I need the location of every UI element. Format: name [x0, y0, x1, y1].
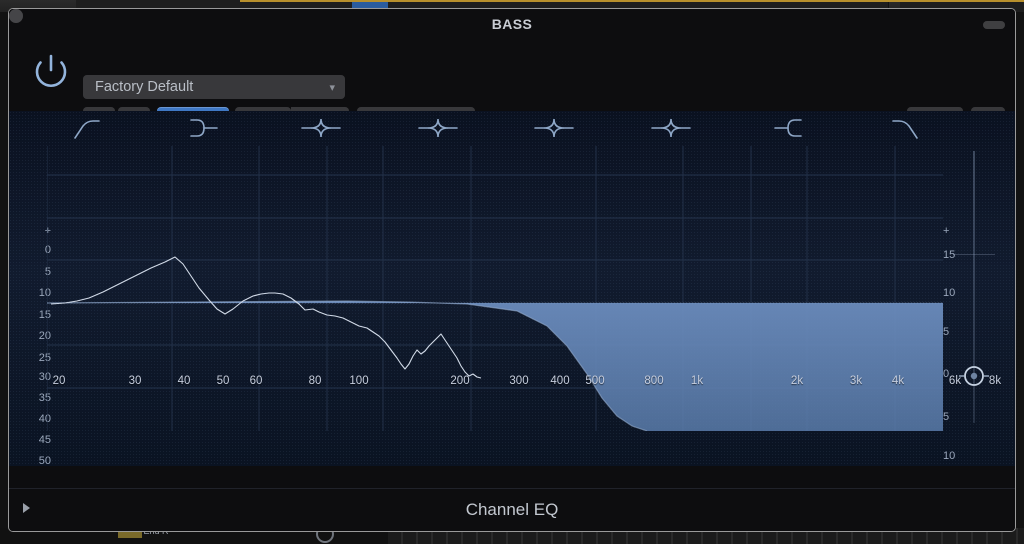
freq-tick: 60: [249, 375, 263, 387]
window-title: BASS: [491, 16, 533, 32]
lowshelf-filter-icon[interactable]: [177, 113, 231, 143]
plugin-window: BASS Factory Default ▾ ‹ › Compare Copy …: [8, 8, 1016, 532]
scale-tick: 15: [943, 249, 956, 261]
freq-tick: 200: [450, 375, 470, 387]
host-track-highlight: [240, 0, 1024, 2]
freq-tick: 300: [509, 375, 529, 387]
scale-tick: 50: [38, 455, 51, 467]
highpass-filter-icon[interactable]: [61, 113, 115, 143]
scale-tick: 0: [943, 368, 950, 380]
freq-tick: 800: [644, 375, 664, 387]
preset-selector[interactable]: Factory Default ▾: [83, 75, 345, 99]
band-shape-icon-strip: [9, 111, 1015, 146]
freq-tick: 20: [52, 375, 66, 387]
plugin-titlebar: BASS: [9, 9, 1015, 39]
scale-tick: 5: [943, 326, 950, 338]
lowpass-filter-icon[interactable]: [877, 113, 931, 143]
highshelf-filter-icon[interactable]: [761, 113, 815, 143]
plugin-toolbar: Factory Default ▾ ‹ › Compare Copy Paste…: [9, 39, 1015, 129]
freq-tick: 80: [308, 375, 322, 387]
scale-tick: 10: [943, 287, 956, 299]
peak-bell-filter-icon[interactable]: [644, 113, 698, 143]
plugin-name: Channel EQ: [465, 500, 559, 519]
eq-response-fill: [47, 301, 943, 431]
freq-tick: 3k: [849, 375, 863, 387]
freq-tick: 50: [216, 375, 230, 387]
power-icon[interactable]: [29, 49, 73, 93]
plugin-footer: Channel EQ: [9, 488, 1015, 531]
freq-tick: 40: [177, 375, 191, 387]
scale-tick: +: [943, 225, 950, 237]
freq-tick: 30: [128, 375, 142, 387]
spectrum-analyzer-trace: [50, 256, 482, 379]
freq-tick: 400: [550, 375, 570, 387]
resize-grip-icon[interactable]: [983, 21, 1005, 29]
freq-tick: 100: [349, 375, 369, 387]
scale-tick: 10: [943, 450, 956, 462]
eq-display[interactable]: + 0 5 10 15 20 25 30 35 40 45 50 55 60: [9, 111, 1015, 466]
peak-bell-filter-icon[interactable]: [411, 113, 465, 143]
freq-tick: 1k: [690, 375, 704, 387]
freq-tick: 4k: [891, 375, 905, 387]
preset-name: Factory Default: [95, 79, 194, 95]
frequency-axis: 20 30 40 50 60 80 100 200 300 400 500 80…: [47, 375, 1001, 391]
freq-tick: 500: [585, 375, 605, 387]
freq-tick: 2k: [790, 375, 804, 387]
scale-tick: 5: [943, 411, 950, 423]
master-gain-knob-icon[interactable]: [958, 360, 990, 392]
peak-bell-filter-icon[interactable]: [527, 113, 581, 143]
peak-bell-filter-icon[interactable]: [294, 113, 348, 143]
freq-tick: 8k: [988, 375, 1002, 387]
chevron-down-icon: ▾: [329, 82, 335, 94]
screen-root: GTR End R BASS Factory Default ▾ ‹: [0, 0, 1024, 544]
scale-tick: 45: [38, 434, 51, 446]
